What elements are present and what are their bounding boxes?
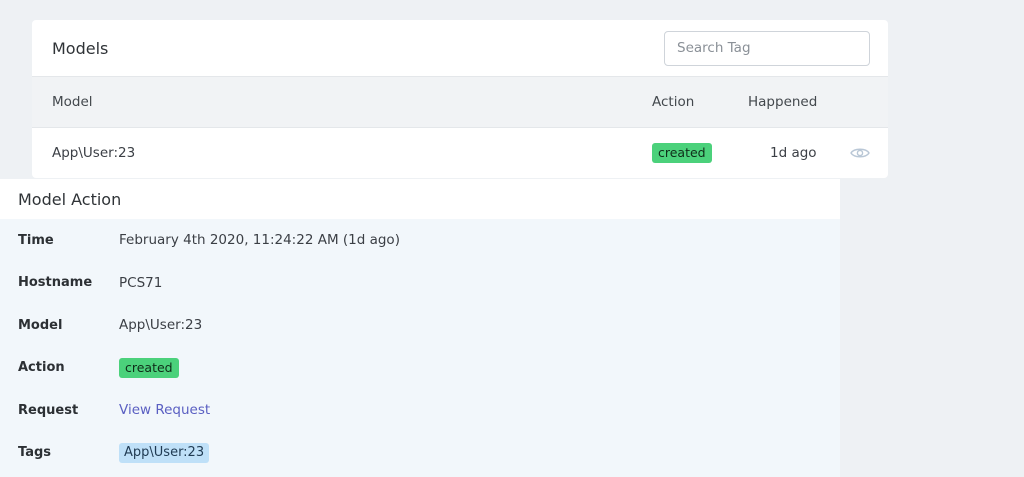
view-entry-button[interactable] [850, 128, 870, 178]
models-card: Models Model Action Happened App\User:23… [32, 20, 888, 178]
action-value-wrapper: created [119, 357, 179, 378]
action-badge: created [652, 143, 712, 163]
models-header: Models [32, 20, 888, 76]
action-badge: created [119, 357, 179, 378]
model-label: Model [18, 317, 63, 333]
action-label: Action [18, 360, 65, 376]
time-value: February 4th 2020, 11:24:22 AM (1d ago) [119, 232, 400, 249]
row-action: created [652, 128, 712, 178]
model-action-panel: Model Action Time February 4th 2020, 11:… [0, 179, 840, 477]
tags-value-wrapper: App\User:23 [119, 442, 210, 463]
column-header-model: Model [52, 94, 93, 110]
column-header-action: Action [652, 94, 695, 110]
model-value: App\User:23 [119, 317, 203, 334]
table-header: Model Action Happened [32, 76, 888, 128]
view-request-link[interactable]: View Request [119, 402, 210, 418]
tag-badge[interactable]: App\User:23 [119, 442, 210, 463]
search-tag-input[interactable] [664, 30, 870, 66]
detail-row-tags: Tags App\User:23 [0, 432, 840, 475]
tags-label: Tags [18, 445, 52, 461]
detail-row-action: Action created [0, 347, 840, 390]
time-label: Time [18, 232, 54, 248]
row-model: App\User:23 [52, 145, 136, 161]
model-action-title: Model Action [0, 179, 840, 219]
column-header-happened: Happened [748, 94, 818, 110]
request-label: Request [18, 402, 79, 418]
detail-row-request: Request View Request [0, 389, 840, 432]
detail-row-hostname: Hostname PCS71 [0, 262, 840, 305]
eye-icon[interactable] [850, 146, 870, 160]
detail-row-time: Time February 4th 2020, 11:24:22 AM (1d … [0, 219, 840, 262]
models-title: Models [52, 38, 109, 58]
row-happened: 1d ago [770, 145, 817, 161]
hostname-label: Hostname [18, 275, 93, 291]
hostname-value: PCS71 [119, 274, 163, 291]
table-row[interactable]: App\User:23 created 1d ago [32, 128, 888, 178]
detail-row-model: Model App\User:23 [0, 304, 840, 347]
